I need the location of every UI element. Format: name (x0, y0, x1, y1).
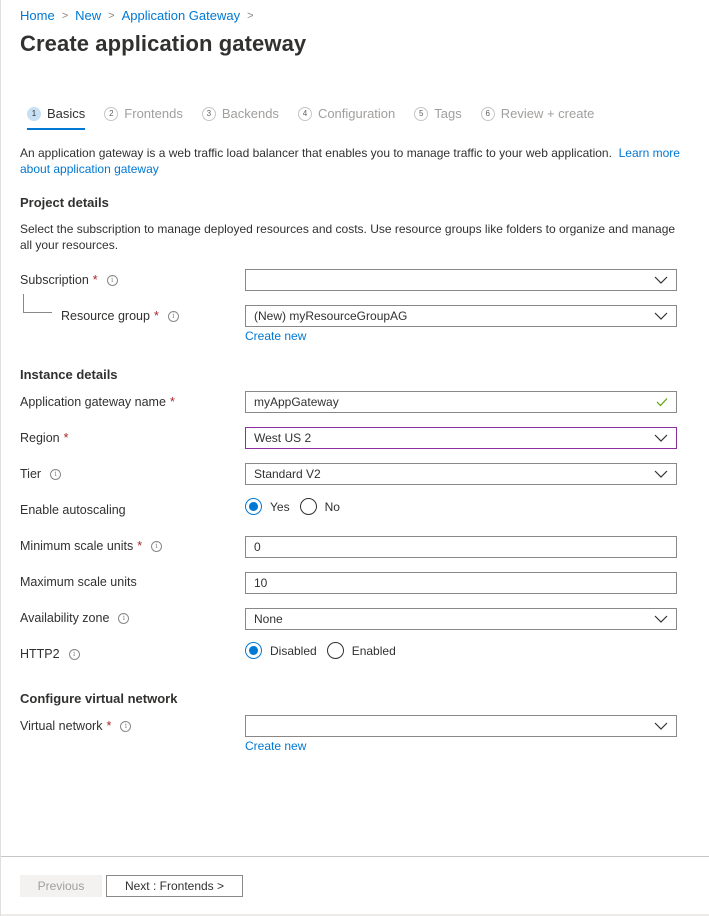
create-new-resource-group-link[interactable]: Create new (245, 329, 306, 343)
required-asterisk: * (169, 395, 175, 409)
virtual-network-dropdown[interactable] (245, 715, 677, 737)
autoscaling-no-option[interactable]: No (299, 498, 340, 515)
configure-vnet-heading: Configure virtual network (20, 691, 178, 706)
project-details-description: Select the subscription to manage deploy… (20, 222, 676, 252)
tab-label: Basics (47, 106, 86, 121)
info-icon[interactable]: i (50, 468, 62, 480)
tree-connector (23, 312, 52, 313)
min-scale-units-input[interactable]: 0 (245, 536, 677, 558)
subscription-dropdown[interactable] (245, 269, 677, 291)
autoscaling-radio-group: Yes No (245, 498, 350, 515)
tab-label: Configuration (317, 106, 396, 121)
chevron-down-icon (654, 722, 668, 730)
tab-label: Frontends (124, 106, 183, 121)
min-scale-units-label: Minimum scale units * i (20, 539, 163, 553)
info-icon[interactable]: i (120, 720, 132, 732)
step-number-badge: 2 (104, 106, 119, 121)
max-scale-units-label: Maximum scale units (20, 575, 137, 589)
http2-label: HTTP2 i (20, 647, 80, 661)
tab-label: Backends (221, 106, 279, 121)
step-number-badge: 5 (414, 106, 429, 121)
tree-connector (23, 294, 24, 312)
required-asterisk: * (106, 719, 112, 733)
tab-label: Tags (434, 106, 462, 121)
gateway-name-label: Application gateway name * (20, 395, 175, 409)
region-label: Region * (20, 431, 69, 445)
chevron-right-icon: > (108, 9, 115, 22)
chevron-right-icon: > (247, 9, 254, 22)
tab-tags[interactable]: 5 Tags (414, 106, 462, 130)
chevron-down-icon (654, 312, 668, 320)
breadcrumb: Home > New > Application Gateway > (20, 8, 261, 23)
checkmark-icon (656, 398, 668, 407)
step-number-badge: 4 (297, 106, 312, 121)
step-number-badge: 1 (27, 106, 41, 121)
availability-zone-label: Availability zone i (20, 611, 130, 625)
availability-zone-value: None (254, 612, 283, 626)
chevron-down-icon (654, 276, 668, 284)
info-icon[interactable]: i (106, 274, 118, 286)
http2-radio-group: Disabled Enabled (245, 642, 406, 659)
tab-backends[interactable]: 3 Backends (201, 106, 279, 130)
breadcrumb-home[interactable]: Home (20, 8, 55, 23)
tab-configuration[interactable]: 4 Configuration (297, 106, 396, 130)
tier-label: Tier i (20, 467, 62, 481)
breadcrumb-new[interactable]: New (75, 8, 101, 23)
step-number-badge: 3 (201, 106, 216, 121)
intro-text: An application gateway is a web traffic … (20, 145, 680, 177)
breadcrumb-application-gateway[interactable]: Application Gateway (122, 8, 241, 23)
radio-unselected[interactable] (326, 642, 344, 659)
autoscaling-yes-option[interactable]: Yes (245, 498, 290, 515)
region-dropdown[interactable]: West US 2 (245, 427, 677, 449)
region-value: West US 2 (254, 431, 312, 445)
resource-group-dropdown[interactable]: (New) myResourceGroupAG (245, 305, 677, 327)
info-icon[interactable]: i (151, 540, 163, 552)
resource-group-label: Resource group * i (61, 309, 179, 323)
chevron-down-icon (654, 470, 668, 478)
intro-description: An application gateway is a web traffic … (20, 146, 612, 160)
http2-disabled-option[interactable]: Disabled (245, 642, 317, 659)
gateway-name-value: myAppGateway (254, 395, 339, 409)
create-new-vnet-link[interactable]: Create new (245, 739, 306, 753)
http2-enabled-option[interactable]: Enabled (326, 642, 396, 659)
chevron-right-icon: > (61, 9, 69, 22)
resource-group-value: (New) myResourceGroupAG (254, 309, 408, 323)
info-icon[interactable]: i (167, 310, 179, 322)
required-asterisk: * (63, 431, 69, 445)
virtual-network-label: Virtual network * i (20, 719, 132, 733)
next-frontends-button[interactable]: Next : Frontends > (106, 875, 243, 897)
tab-basics[interactable]: 1 Basics (27, 106, 86, 130)
project-details-heading: Project details (20, 195, 109, 210)
page-title: Create application gateway (20, 31, 307, 56)
gateway-name-input[interactable]: myAppGateway (245, 391, 677, 413)
step-number-badge: 6 (480, 106, 495, 121)
radio-unselected[interactable] (299, 498, 317, 515)
tab-frontends[interactable]: 2 Frontends (104, 106, 183, 130)
radio-selected[interactable] (245, 498, 262, 515)
chevron-down-icon (654, 615, 668, 623)
max-scale-units-input[interactable]: 10 (245, 572, 677, 594)
tier-value: Standard V2 (254, 467, 321, 481)
tab-review-create[interactable]: 6 Review + create (480, 106, 595, 130)
wizard-tabs: 1 Basics 2 Frontends 3 Backends 4 Config… (27, 106, 613, 130)
max-scale-units-value: 10 (254, 576, 268, 590)
tier-dropdown[interactable]: Standard V2 (245, 463, 677, 485)
required-asterisk: * (153, 309, 159, 323)
min-scale-units-value: 0 (254, 540, 261, 554)
required-asterisk: * (92, 273, 98, 287)
tab-label: Review + create (500, 106, 595, 121)
availability-zone-dropdown[interactable]: None (245, 608, 677, 630)
autoscaling-label: Enable autoscaling (20, 503, 126, 517)
required-asterisk: * (137, 539, 143, 553)
previous-button[interactable]: Previous (20, 875, 102, 897)
radio-selected[interactable] (245, 642, 262, 659)
chevron-down-icon (654, 434, 668, 442)
info-icon[interactable]: i (118, 612, 130, 624)
footer-divider (1, 856, 709, 857)
instance-details-heading: Instance details (20, 367, 118, 382)
info-icon[interactable]: i (68, 648, 80, 660)
subscription-label: Subscription * i (20, 273, 118, 287)
